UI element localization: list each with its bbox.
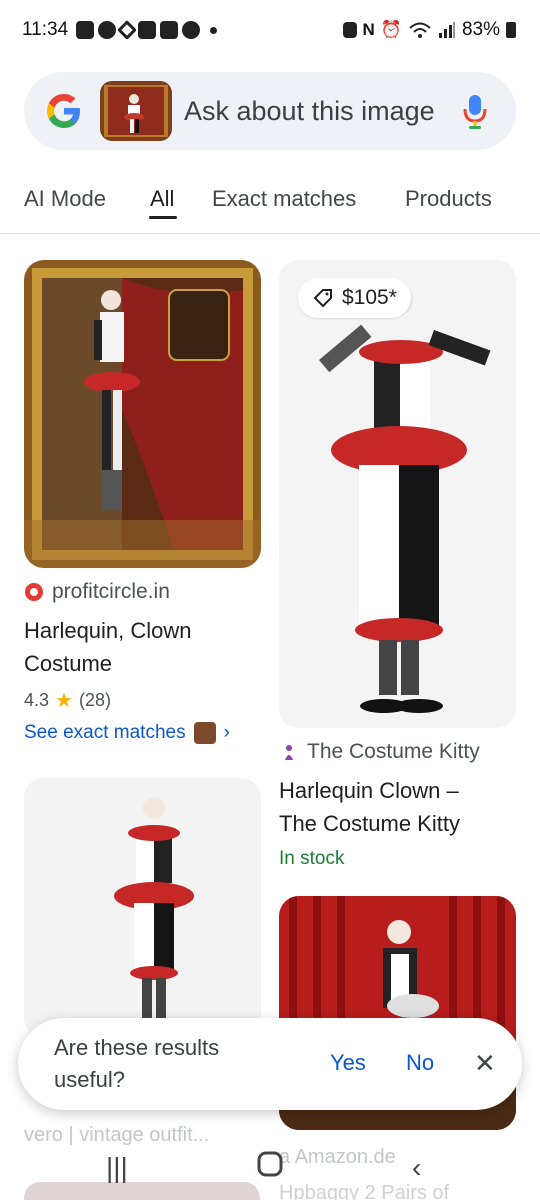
system-navigation-bar: ||| ‹	[0, 1140, 540, 1200]
feedback-no-button[interactable]: No	[406, 1050, 434, 1076]
feedback-yes-button[interactable]: Yes	[330, 1050, 366, 1076]
price-tag-icon	[313, 289, 332, 308]
chevron-right-icon: ›	[223, 722, 230, 743]
title-line: Costume	[24, 651, 113, 676]
result-image-1[interactable]	[24, 260, 261, 568]
see-exact-matches-link[interactable]: See exact matches ›	[24, 722, 230, 744]
home-icon[interactable]	[256, 1150, 284, 1185]
price-value: $105*	[342, 286, 397, 309]
signal-icon	[438, 22, 455, 38]
close-icon[interactable]: ✕	[474, 1048, 496, 1079]
back-icon[interactable]: ‹	[412, 1152, 421, 1184]
tab-ai-mode[interactable]: AI Mode	[24, 186, 106, 212]
status-bar: 11:34 N ⏰ 83%	[0, 0, 540, 60]
star-icon: ★	[55, 690, 73, 712]
review-count: (28)	[78, 690, 111, 710]
tab-all[interactable]: All	[150, 186, 174, 212]
battery-percent: 83%	[461, 19, 500, 40]
result-rating-1: 4.3 ★ (28)	[24, 688, 111, 713]
active-tab-indicator	[149, 216, 177, 219]
title-line: Harlequin, Clown	[24, 618, 192, 643]
system-icons: N ⏰ 83%	[342, 19, 516, 41]
title-line: The Costume Kitty	[279, 811, 460, 836]
source-name: The Costume Kitty	[307, 740, 480, 763]
feedback-question: Are these results useful?	[54, 1032, 274, 1096]
exact-match-thumbnail	[193, 722, 216, 744]
notification-icons	[76, 20, 218, 40]
search-input[interactable]: Ask about this image	[184, 96, 460, 127]
result-source-2[interactable]: The Costume Kitty	[279, 740, 480, 764]
question-line: useful?	[54, 1067, 125, 1092]
status-time: 11:34	[22, 19, 69, 40]
result-image-3[interactable]	[24, 778, 261, 1038]
result-title-2[interactable]: Harlequin Clown – The Costume Kitty	[279, 774, 519, 840]
price-badge: $105*	[298, 278, 411, 318]
search-tabs: AI Mode All Exact matches Products	[0, 168, 540, 234]
search-image-thumbnail[interactable]	[100, 81, 172, 141]
title-line: Harlequin Clown –	[279, 778, 459, 803]
link-label: See exact matches	[24, 722, 186, 743]
mic-icon[interactable]	[460, 91, 490, 131]
question-line: Are these results	[54, 1035, 220, 1060]
google-logo-icon[interactable]	[44, 91, 84, 131]
stock-status: In stock	[279, 848, 345, 869]
tab-products[interactable]: Products	[405, 186, 492, 212]
tab-exact-matches[interactable]: Exact matches	[212, 186, 356, 212]
source-name: profitcircle.in	[52, 580, 170, 603]
wifi-icon	[409, 22, 431, 38]
profitcircle-logo-icon	[25, 583, 43, 601]
result-title-1[interactable]: Harlequin, Clown Costume	[24, 614, 260, 680]
costume-kitty-logo-icon	[285, 745, 293, 760]
result-source-1[interactable]: profitcircle.in	[24, 580, 170, 604]
battery-icon	[506, 22, 516, 38]
search-bar[interactable]: Ask about this image	[24, 72, 516, 150]
recents-icon[interactable]: |||	[106, 1152, 128, 1184]
feedback-prompt: Are these results useful? Yes No ✕	[18, 1018, 522, 1110]
rating-value: 4.3	[24, 690, 50, 710]
result-image-2[interactable]	[279, 260, 516, 728]
